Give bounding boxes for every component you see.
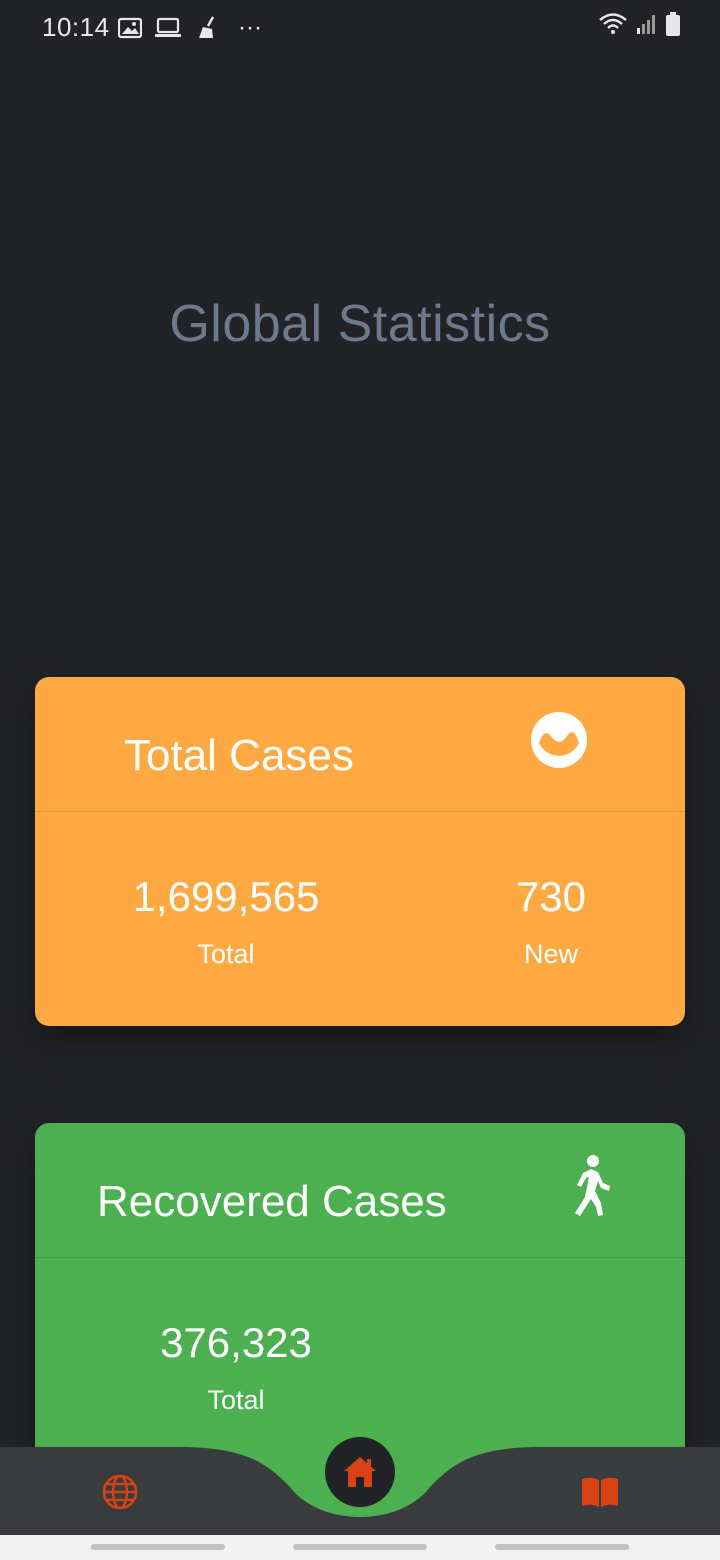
- nav-home[interactable]: [325, 1437, 395, 1507]
- globe-icon: [102, 1474, 138, 1510]
- recovered-total-label: Total: [207, 1385, 265, 1415]
- system-gesture-bar: [0, 1535, 720, 1560]
- gesture-pill-center[interactable]: [293, 1544, 427, 1550]
- nav-book[interactable]: [570, 1467, 630, 1517]
- page-title: Global Statistics: [169, 295, 551, 353]
- wave-circle-icon: [531, 712, 587, 768]
- recovered-total-value: 376,323: [160, 1319, 312, 1366]
- card-title: Recovered Cases: [97, 1177, 447, 1226]
- signal-icon: [637, 15, 655, 34]
- total-value: 1,699,565: [132, 873, 320, 920]
- more-notifications-icon: ···: [238, 14, 262, 41]
- new-value: 730: [515, 873, 587, 920]
- new-stat: 730 New: [481, 873, 621, 970]
- system-icons: [598, 12, 680, 36]
- card-header: Total Cases: [35, 677, 685, 812]
- total-label: Total: [197, 939, 255, 969]
- book-icon: [582, 1477, 618, 1507]
- gesture-pill-right[interactable]: [495, 1544, 629, 1550]
- status-time: 10:14: [42, 12, 110, 42]
- wifi-icon: [599, 13, 627, 34]
- card-title: Total Cases: [124, 731, 354, 780]
- home-icon: [344, 1457, 376, 1487]
- notification-icons: ···: [118, 14, 262, 42]
- new-label: New: [523, 939, 578, 969]
- laptop-icon: [155, 17, 181, 37]
- gesture-pill-left[interactable]: [91, 1544, 225, 1550]
- image-icon: [118, 17, 142, 39]
- card-header: Recovered Cases: [35, 1123, 685, 1258]
- cleaner-icon: [199, 16, 215, 38]
- total-stat: 1,699,565 Total: [131, 873, 321, 970]
- battery-icon: [666, 12, 680, 36]
- nav-globe[interactable]: [90, 1467, 150, 1517]
- walking-person-icon: [575, 1155, 610, 1216]
- status-bar: 10:14 ···: [0, 0, 720, 56]
- bottom-navigation: [0, 1437, 720, 1535]
- total-cases-card[interactable]: Total Cases 1,699,565 Total 730 New: [35, 677, 685, 1026]
- recovered-total-stat: 376,323 Total: [141, 1319, 331, 1416]
